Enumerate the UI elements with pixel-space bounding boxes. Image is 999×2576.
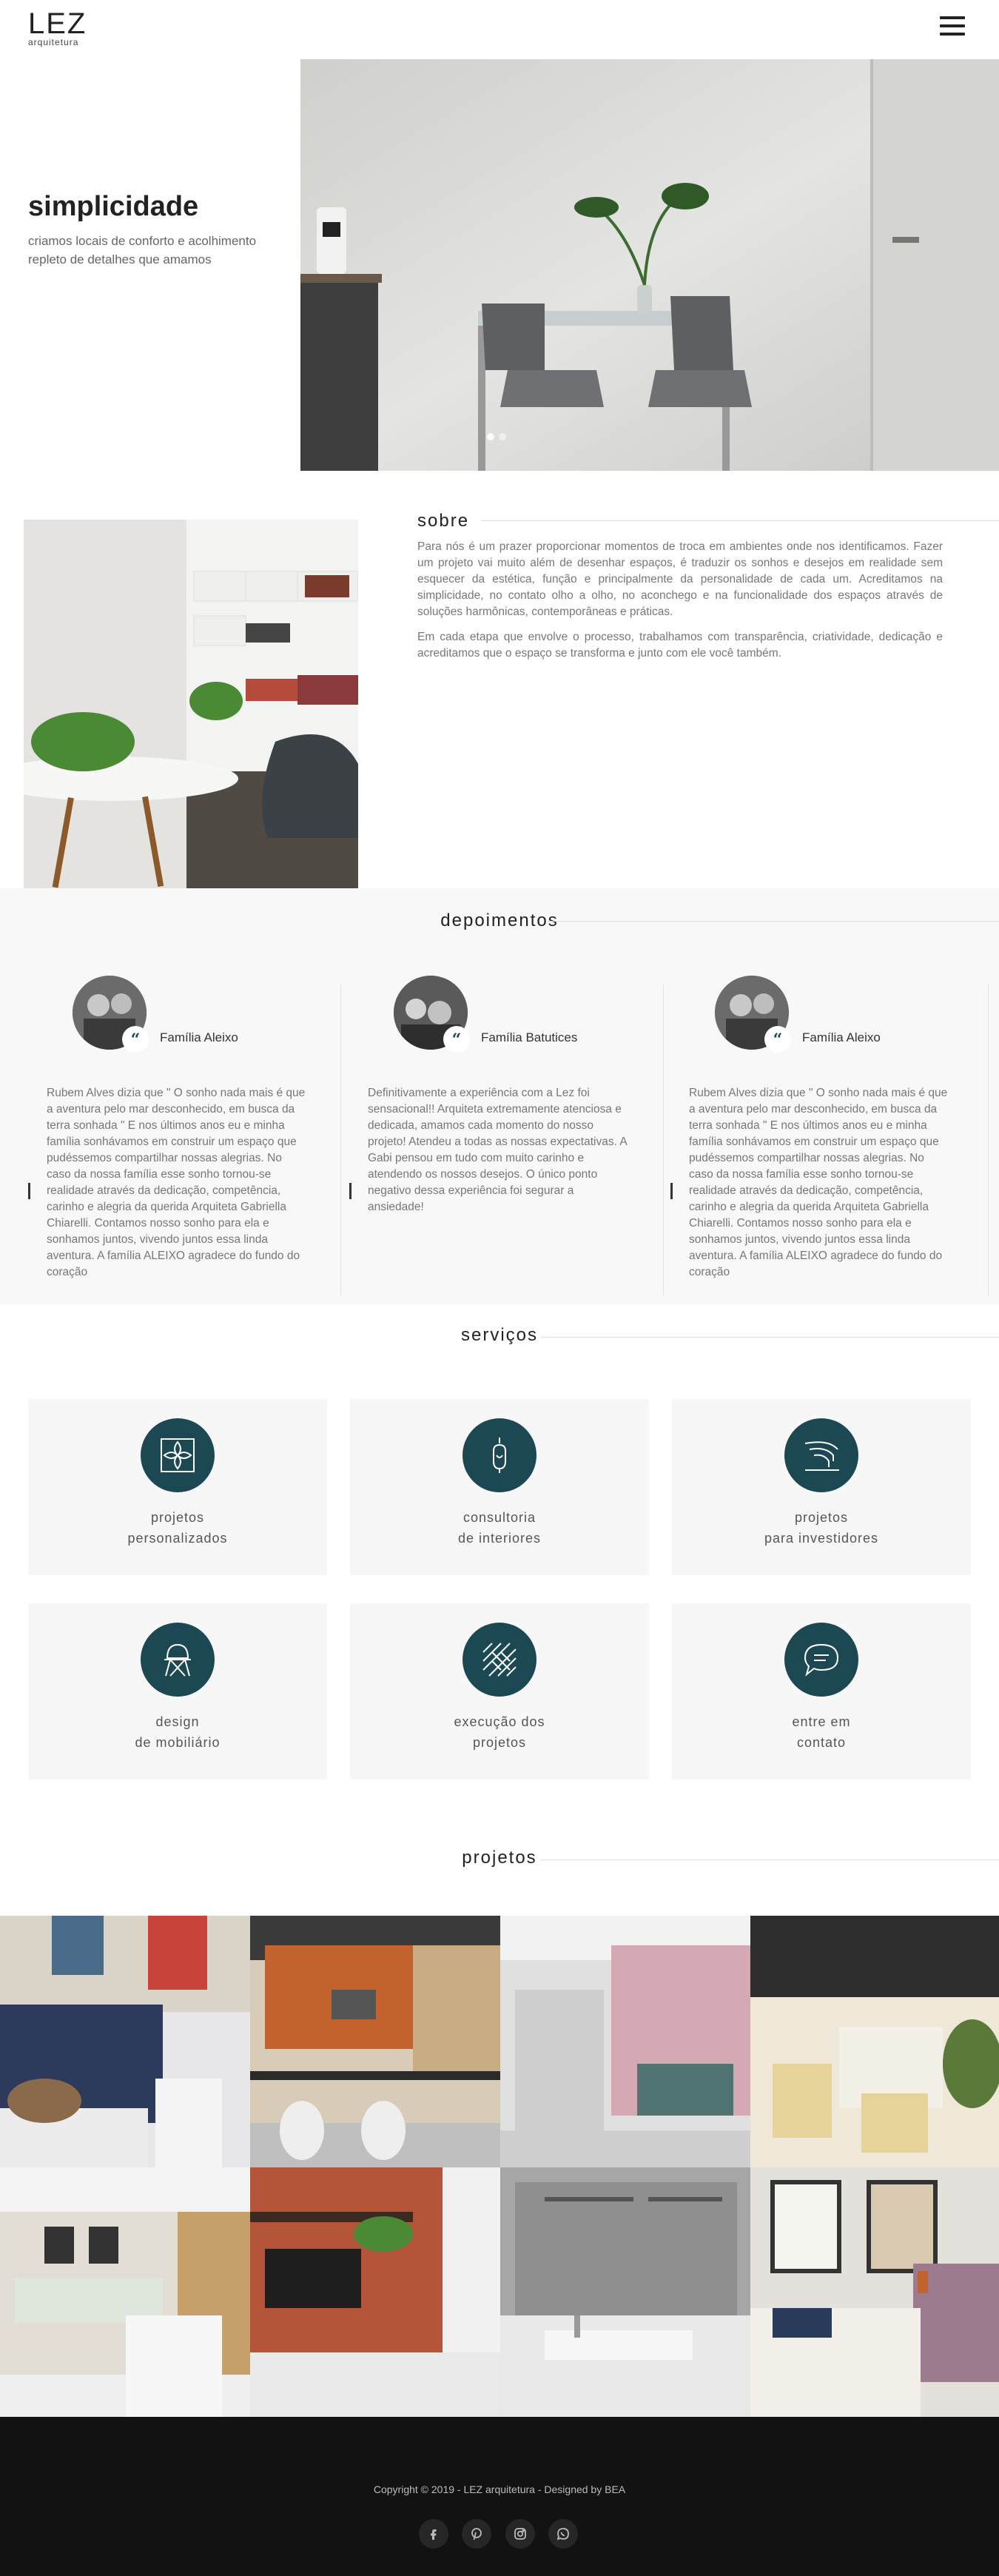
project-tile[interactable]	[750, 1916, 999, 2167]
project-tile[interactable]	[0, 1916, 250, 2167]
sobre-paragraph: Em cada etapa que envolve o processo, tr…	[417, 631, 943, 660]
whatsapp-icon[interactable]	[548, 2519, 579, 2549]
service-label: execução dos projetos	[454, 1714, 545, 1750]
lightbulb-icon	[462, 1418, 536, 1492]
card-divider	[663, 985, 664, 1295]
sobre-paragraph: Para nós é um prazer proporcionar moment…	[417, 540, 943, 618]
social-links	[419, 2519, 588, 2549]
site-header: LEZ arquitetura	[0, 0, 999, 58]
service-card-execucao[interactable]: execução dos projetos	[350, 1603, 649, 1780]
testimonial-name: Família Aleixo	[802, 1030, 881, 1044]
carousel-dot[interactable]	[487, 433, 494, 440]
sobre-text: Para nós é um prazer proporcionar moment…	[417, 539, 943, 671]
pattern-tile-icon	[141, 1418, 215, 1492]
hero-text: simplicidade criamos locais de conforto …	[28, 191, 295, 269]
title-divider	[481, 520, 999, 521]
sobre-title: sobre	[417, 511, 470, 531]
project-tile[interactable]	[250, 1916, 500, 2167]
title-divider	[548, 921, 999, 922]
service-label: design de mobiliário	[135, 1714, 221, 1750]
servicos-title: serviços	[460, 1325, 539, 1345]
scroll-indicator	[349, 1183, 352, 1199]
project-tile[interactable]	[0, 2167, 250, 2419]
copyright-text: Copyright © 2019 - LEZ arquitetura - Des…	[373, 2483, 626, 2495]
testimonial-text: Rubem Alves dizia que " O sonho nada mai…	[47, 1087, 306, 1278]
logo[interactable]: LEZ arquitetura	[28, 7, 87, 47]
project-tile[interactable]	[500, 2167, 750, 2419]
hero-subtitle-line: repleto de detalhes que amamos	[28, 252, 212, 266]
sobre-image	[24, 520, 358, 888]
service-label: entre em contato	[792, 1714, 851, 1750]
scroll-indicator	[28, 1183, 30, 1199]
logo-mark: LEZ	[28, 7, 87, 40]
project-tile[interactable]	[750, 2167, 999, 2419]
quote-icon: “	[764, 1026, 791, 1053]
project-tile[interactable]	[250, 2167, 500, 2419]
testimonial-text: Rubem Alves dizia que " O sonho nada mai…	[689, 1087, 948, 1278]
testimonial-name: Família Batutices	[481, 1030, 578, 1044]
testimonial-name: Família Aleixo	[160, 1030, 238, 1044]
scroll-indicator	[670, 1183, 673, 1199]
service-card-design-mobiliario[interactable]: design de mobiliário	[28, 1603, 327, 1780]
facebook-icon[interactable]	[419, 2519, 448, 2549]
testimonial-text: Definitivamente a experiência com a Lez …	[368, 1087, 627, 1213]
hero-subtitle-line: criamos locais de conforto e acolhimento	[28, 234, 257, 248]
staircase-icon	[784, 1418, 858, 1492]
chair-icon	[141, 1623, 215, 1697]
testimonial-card: “ Família Batutices Definitivamente a ex…	[349, 968, 653, 1303]
carousel-dots	[487, 431, 511, 444]
card-divider	[988, 985, 989, 1295]
service-label: projetos personalizados	[127, 1510, 228, 1546]
hero-title: simplicidade	[28, 191, 199, 222]
service-label: projetos para investidores	[764, 1510, 879, 1546]
card-divider	[340, 985, 341, 1295]
logo-subtitle: arquitetura	[28, 37, 79, 47]
site-footer: Copyright © 2019 - LEZ arquitetura - Des…	[0, 2417, 999, 2576]
testimonial-card: “ Família Aleixo Rubem Alves dizia que "…	[28, 968, 332, 1303]
hamburger-icon[interactable]	[940, 16, 966, 36]
service-card-contato[interactable]: entre em contato	[672, 1603, 971, 1780]
hero-image	[300, 59, 999, 471]
carousel-dot[interactable]	[499, 433, 506, 440]
testimonial-card: “ Família Aleixo Rubem Alves dizia que "…	[670, 968, 974, 1303]
service-card-investidores[interactable]: projetos para investidores	[672, 1399, 971, 1575]
quote-icon: “	[122, 1026, 149, 1053]
hero-subtitle: criamos locais de conforto e acolhimento…	[28, 232, 295, 269]
service-label: consultoria de interiores	[457, 1510, 542, 1546]
quote-icon: “	[443, 1026, 470, 1053]
service-card-consultoria[interactable]: consultoria de interiores	[350, 1399, 649, 1575]
instagram-icon[interactable]	[505, 2519, 535, 2549]
projetos-title: projetos	[462, 1848, 537, 1868]
project-tile[interactable]	[500, 1916, 750, 2167]
title-divider	[540, 1337, 999, 1338]
herringbone-floor-icon	[462, 1623, 536, 1697]
title-divider	[540, 1859, 999, 1860]
pinterest-icon[interactable]	[462, 2519, 492, 2549]
service-card-projetos-personalizados[interactable]: projetos personalizados	[28, 1399, 327, 1575]
chat-bubble-icon	[784, 1623, 858, 1697]
